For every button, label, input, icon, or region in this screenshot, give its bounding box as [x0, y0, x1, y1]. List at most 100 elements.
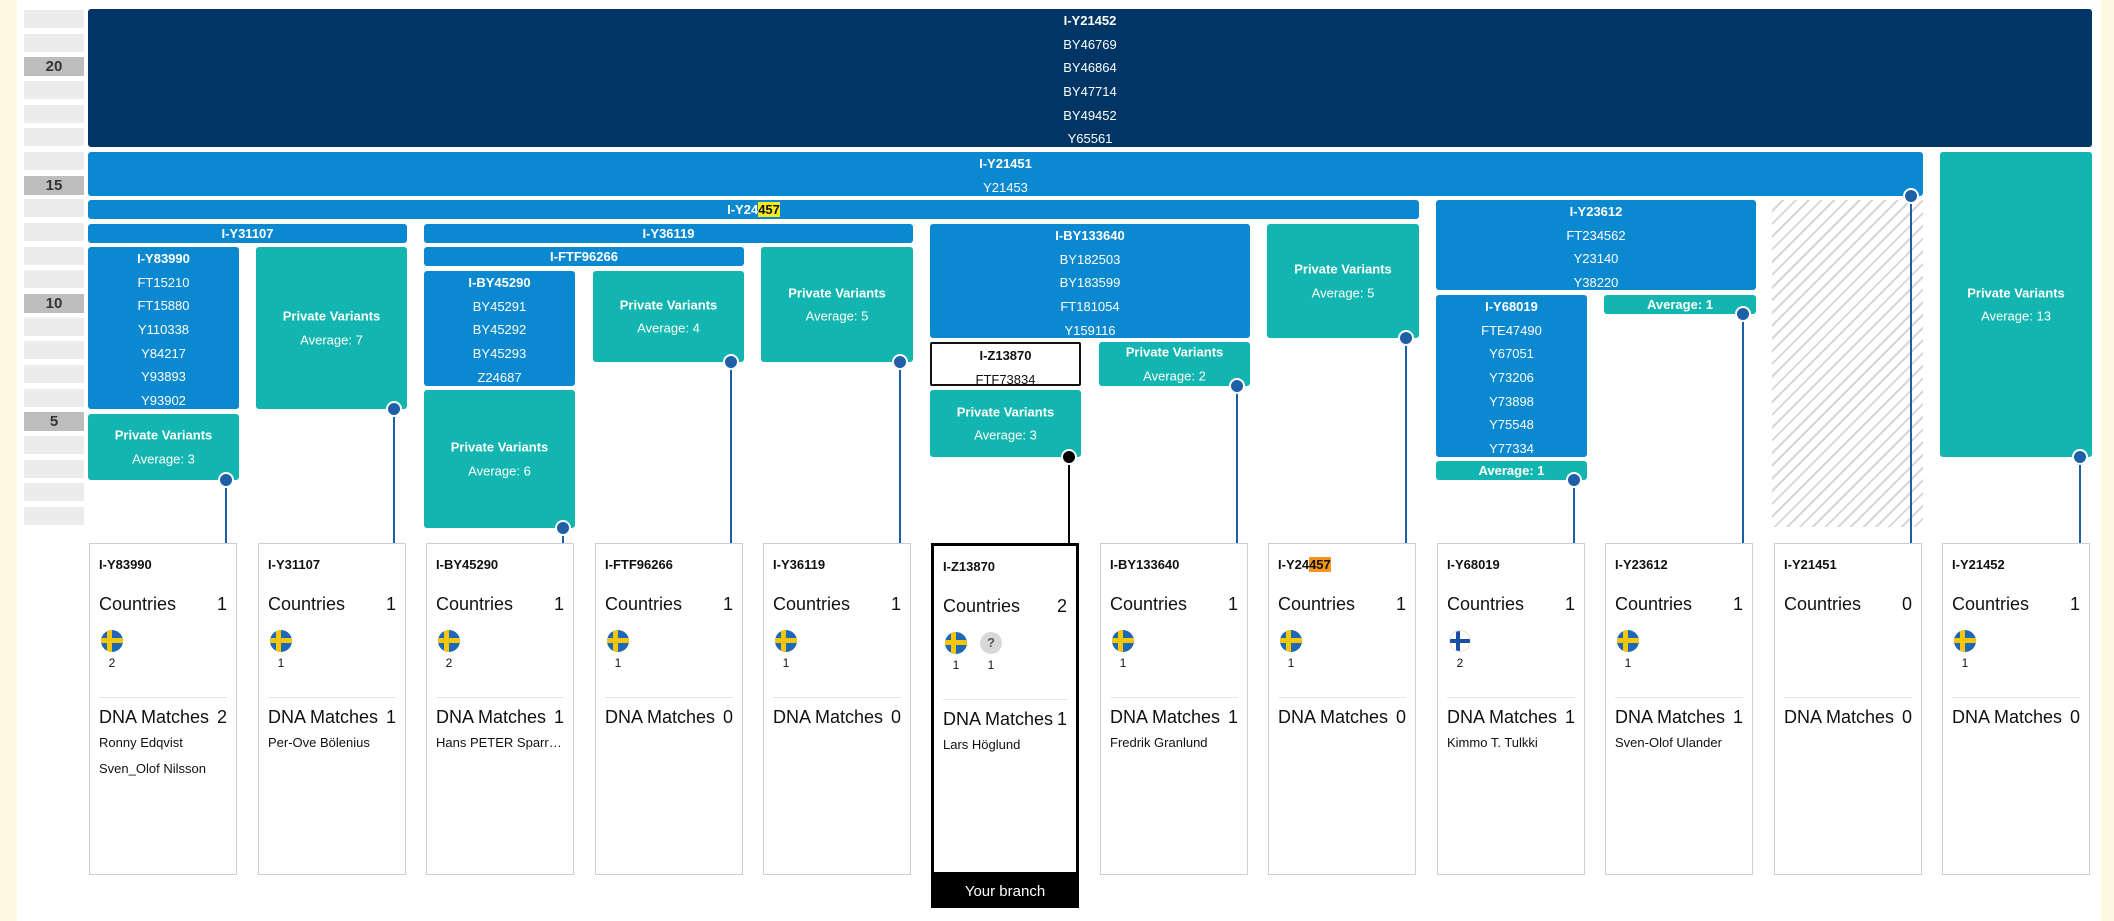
snp-label: Y73206	[1489, 369, 1534, 385]
private-variants-y23612[interactable]: Average: 1	[1604, 295, 1756, 314]
branch-card[interactable]: I-FTF96266 Countries 1 1 DNA Matches 0	[595, 543, 743, 875]
node-i-y83990[interactable]: I-Y83990 FT15210 FT15880 Y110338 Y84217 Y9389…	[88, 247, 239, 409]
dna-matches-row: DNA Matches 0	[1952, 707, 2080, 728]
dna-matches-count: 1	[553, 707, 564, 727]
flag-count: 1	[1624, 656, 1632, 670]
sweden-flag-icon[interactable]: 2	[99, 630, 125, 670]
snp-label: BY45291	[472, 298, 527, 314]
branch-card[interactable]: I-BY133640 Countries 1 1 DNA Matches 1 Fredrik…	[1100, 543, 1248, 875]
dna-match-name[interactable]: Sven-Olof Ulander	[1615, 735, 1743, 761]
countries-label: Countries	[268, 594, 346, 614]
dna-match-name[interactable]: Lars Höglund	[943, 737, 1067, 763]
countries-row: Countries 1	[268, 594, 396, 615]
private-variants-y21452[interactable]: Private Variants Average: 13	[1940, 152, 2092, 457]
branch-card[interactable]: I-BY45290 Countries 1 2 DNA Matches 1 Hans PET…	[426, 543, 574, 875]
countries-count: 1	[553, 594, 564, 614]
branch-card-title: I-FTF96266	[605, 557, 673, 572]
sweden-flag-icon[interactable]: 1	[1615, 630, 1641, 670]
dna-match-name[interactable]: Sven_Olof Nilsson	[99, 761, 227, 787]
private-variants-average: Average: 4	[637, 320, 700, 336]
branch-connector-dot	[892, 354, 908, 370]
dna-match-name[interactable]: Hans PETER Sparre…	[436, 735, 564, 761]
branch-connector	[1068, 457, 1070, 543]
scale-row	[24, 128, 84, 147]
node-i-y68019[interactable]: I-Y68019 FTE47490 Y67051 Y73206 Y73898 Y75548…	[1436, 295, 1587, 457]
sweden-flag-icon[interactable]: 2	[436, 630, 462, 670]
node-i-z13870[interactable]: I-Z13870 FTF73834	[930, 342, 1081, 387]
country-flags: 1	[1952, 630, 1978, 670]
countries-row: Countries 1	[99, 594, 227, 615]
private-variants-y83990[interactable]: Private Variants Average: 3	[88, 414, 239, 480]
private-variants-y36119[interactable]: Private Variants Average: 5	[761, 247, 913, 362]
branch-card[interactable]: I-Y68019 Countries 1 2 DNA Matches 1 Kimmo T. …	[1437, 543, 1585, 875]
branch-card[interactable]: I-Y83990 Countries 1 2 DNA Matches 2 Ronny Edq…	[89, 543, 237, 875]
node-i-y21452[interactable]: I-Y21452 BY46769 BY46864 BY47714 BY49452 Y655…	[88, 9, 2092, 147]
snp-label: BY45293	[472, 345, 527, 361]
private-variants-average: Average: 3	[974, 427, 1037, 443]
branch-connector-dot	[1903, 188, 1919, 204]
node-i-y24457[interactable]: I-Y24457	[88, 200, 1419, 219]
sweden-flag-icon[interactable]: 1	[1278, 630, 1304, 670]
dna-match-name[interactable]: Ronny Edqvist	[99, 735, 227, 761]
sweden-flag-icon[interactable]: 1	[605, 630, 631, 670]
country-flags: 1? 1	[943, 632, 1004, 672]
unknown-country-icon[interactable]: ? 1	[978, 632, 1004, 672]
snp-label: Y77334	[1489, 440, 1534, 456]
finland-flag-icon[interactable]: 2	[1447, 630, 1473, 670]
private-variants-y68019[interactable]: Average: 1	[1436, 461, 1587, 480]
node-i-y23612[interactable]: I-Y23612 FT234562 Y23140 Y38220	[1436, 200, 1756, 290]
sweden-flag-icon[interactable]: 1	[943, 632, 969, 672]
sweden-flag-icon[interactable]: 1	[1110, 630, 1136, 670]
sweden-flag-icon[interactable]: 1	[1952, 630, 1978, 670]
node-i-by133640[interactable]: I-BY133640 BY182503 BY183599 FT181054 Y15911…	[930, 224, 1250, 338]
dna-matches-count: 1	[1227, 707, 1238, 727]
flag-cross-h	[1954, 638, 1976, 643]
node-i-y21451[interactable]: I-Y21451 Y21453	[88, 152, 1923, 196]
search-highlight: 457	[1309, 557, 1331, 572]
card-divider	[1278, 697, 1406, 698]
node-label: I-Y31107	[221, 226, 274, 241]
sweden-flag-icon[interactable]: 1	[773, 630, 799, 670]
private-variants-content: Private Variants Average: 5	[1267, 257, 1419, 304]
private-variants-z13870[interactable]: Private Variants Average: 3	[930, 390, 1081, 457]
branch-card[interactable]: I-Y21452 Countries 1 1 DNA Matches 0	[1942, 543, 2090, 875]
branch-card[interactable]: I-Z13870 Countries 2 1? 1 DNA Matches 1 Lars Hö…	[931, 543, 1079, 875]
node-i-by45290[interactable]: I-BY45290 BY45291 BY45292 BY45293 Z24687	[424, 271, 575, 386]
dna-match-name[interactable]: Kimmo T. Tulkki	[1447, 735, 1575, 761]
branch-card-title: I-Y83990	[99, 557, 152, 572]
private-variants-y31107[interactable]: Private Variants Average: 7	[256, 247, 407, 409]
branch-card[interactable]: I-Y21451 Countries 0 DNA Matches 0	[1774, 543, 1922, 875]
branch-card[interactable]: I-Y36119 Countries 1 1 DNA Matches 0	[763, 543, 911, 875]
dna-matches-label: DNA Matches	[1615, 707, 1726, 727]
private-variants-average: Average: 6	[468, 463, 531, 478]
private-variants-ftf96266[interactable]: Private Variants Average: 4	[593, 271, 744, 362]
snp-label: Y93902	[141, 392, 186, 408]
flag-cross-h	[775, 638, 797, 643]
flag-cross-v	[951, 632, 956, 654]
private-variants-y24457[interactable]: Private Variants Average: 5	[1267, 224, 1419, 338]
sweden-flag-icon[interactable]: 1	[268, 630, 294, 670]
private-variants-average: Average: 7	[300, 332, 363, 347]
private-variants-title: Private Variants	[619, 296, 718, 312]
dna-matches-label: DNA Matches	[436, 707, 547, 727]
scale-row	[24, 33, 84, 52]
node-i-y31107[interactable]: I-Y31107	[88, 224, 407, 243]
branch-card[interactable]: I-Y31107 Countries 1 1 DNA Matches 1 Per-Ove B…	[258, 543, 406, 875]
dna-matches-count: 1	[1732, 707, 1743, 727]
snp-label: FTF73834	[975, 371, 1036, 387]
node-i-ftf96266[interactable]: I-FTF96266	[424, 247, 744, 266]
node-i-y36119[interactable]: I-Y36119	[424, 224, 913, 243]
branch-card[interactable]: I-Y23612 Countries 1 1 DNA Matches 1 Sven-Olof…	[1605, 543, 1753, 875]
private-variants-by133640[interactable]: Private Variants Average: 2	[1099, 342, 1250, 386]
flag-cross-v	[1623, 630, 1628, 652]
snp-label: BY45292	[472, 322, 527, 338]
branch-connector	[1573, 480, 1575, 543]
snp-label: FT234562	[1566, 227, 1626, 243]
countries-count: 1	[2069, 594, 2080, 614]
branch-card[interactable]: I-Y24457 Countries 1 1 DNA Matches 0	[1268, 543, 1416, 875]
dna-match-name[interactable]: Per-Ove Bölenius	[268, 735, 396, 761]
dna-matches-label: DNA Matches	[943, 709, 1054, 729]
flag-cross-h	[1280, 638, 1302, 643]
private-variants-by45290[interactable]: Private Variants Average: 6	[424, 390, 575, 528]
dna-match-name[interactable]: Fredrik Granlund	[1110, 735, 1238, 761]
